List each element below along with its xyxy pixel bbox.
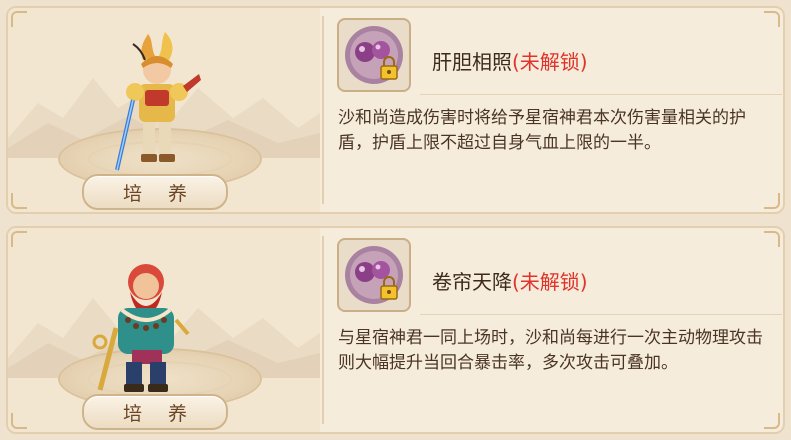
- skill-lock-status: (未解锁): [512, 270, 588, 294]
- purple-orb-lock-icon: [345, 246, 403, 304]
- skill-name: 肝胆相照: [432, 50, 512, 74]
- purple-orb-lock-icon: [345, 26, 403, 84]
- corner-ornament: [764, 231, 780, 247]
- train-button[interactable]: 培 养: [82, 174, 228, 210]
- skill-title: 肝胆相照(未解锁): [432, 46, 588, 75]
- hero-red-bearded-monk-icon: [92, 264, 190, 392]
- skill-lock-status: (未解锁): [512, 50, 588, 74]
- corner-ornament: [11, 193, 27, 209]
- skill-description: 与星宿神君一同上场时，沙和尚每进行一次主动物理攻击则大幅提升当回合暴击率，多次攻…: [338, 328, 763, 373]
- corner-ornament: [11, 11, 27, 27]
- talent-panel: 培 养 肝胆相照(未解锁) 沙和尚造成伤害时将给予星宿神君本次伤害量相关的护盾，…: [0, 0, 791, 440]
- corner-ornament: [764, 193, 780, 209]
- corner-ornament: [764, 413, 780, 429]
- skill-icon-slot[interactable]: [337, 18, 411, 92]
- train-button[interactable]: 培 养: [82, 394, 228, 430]
- skill-icon-slot[interactable]: [337, 238, 411, 312]
- skill-name: 卷帘天降: [432, 270, 512, 294]
- skill-description: 沙和尚造成伤害时将给予星宿神君本次伤害量相关的护盾，护盾上限不超过自身气血上限的…: [338, 108, 746, 153]
- card-divider: [322, 236, 324, 424]
- card-divider: [322, 16, 324, 204]
- corner-ornament: [11, 231, 27, 247]
- title-rule: [420, 314, 782, 315]
- corner-ornament: [11, 413, 27, 429]
- talent-card-1: 培 养 肝胆相照(未解锁) 沙和尚造成伤害时将给予星宿神君本次伤害量相关的护盾，…: [6, 6, 785, 214]
- hero-golden-general-icon: [115, 32, 201, 171]
- corner-ornament: [764, 11, 780, 27]
- talent-card-2: 培 养 卷帘天降(未解锁) 与星宿神君一同上场时，沙和尚每进行一次主动物理攻击则…: [6, 226, 785, 434]
- title-rule: [420, 94, 782, 95]
- skill-title: 卷帘天降(未解锁): [432, 266, 588, 295]
